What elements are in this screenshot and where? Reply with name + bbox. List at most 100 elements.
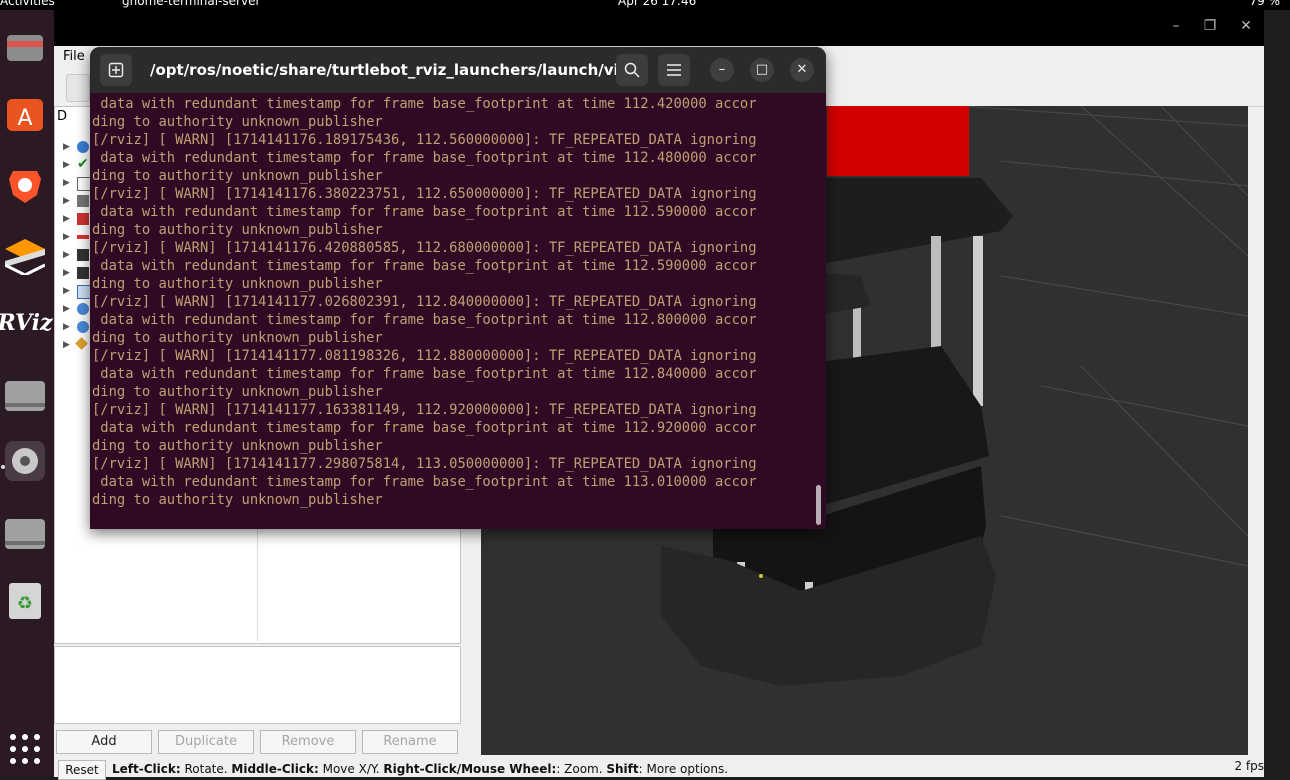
svg-text:A: A: [17, 106, 32, 131]
apps-grid-dock-item[interactable]: [0, 724, 50, 774]
new-tab-button[interactable]: [100, 54, 132, 86]
property-description-panel: [54, 646, 461, 724]
focused-app-name[interactable]: gnome-terminal-server: [122, 0, 260, 8]
hint-text: Move X/Y.: [318, 762, 384, 776]
expand-arrow-icon[interactable]: ▶: [63, 304, 70, 314]
hint-middle-click: Middle-Click:: [231, 762, 319, 776]
rename-button[interactable]: Rename: [362, 730, 458, 754]
expand-arrow-icon[interactable]: ▶: [63, 178, 70, 188]
drive-dock-item[interactable]: [0, 368, 50, 418]
image-icon: [77, 285, 91, 299]
drive2-dock-item[interactable]: [0, 506, 50, 556]
terminal-title: /opt/ros/noetic/share/turtlebot_rviz_lau…: [150, 61, 630, 79]
costmap-icon: [77, 321, 89, 333]
sublime-dock-item[interactable]: [0, 230, 50, 280]
terminal-line: ding to authority unknown_publisher: [92, 438, 383, 454]
terminal-scrollbar[interactable]: [816, 485, 821, 525]
terminal-line: ding to authority unknown_publisher: [92, 222, 383, 238]
marker-icon: [75, 337, 88, 350]
duplicate-button[interactable]: Duplicate: [158, 730, 254, 754]
brave-dock-item[interactable]: [0, 160, 50, 210]
gnome-top-bar: Activities gnome-terminal-server Apr 26 …: [0, 0, 1290, 10]
search-icon: [624, 62, 640, 78]
expand-arrow-icon[interactable]: ▶: [63, 322, 70, 332]
files-dock-item[interactable]: [0, 22, 50, 72]
terminal-line: data with redundant timestamp for frame …: [92, 474, 757, 490]
terminal-line: data with redundant timestamp for frame …: [92, 420, 757, 436]
terminal-line: ding to authority unknown_publisher: [92, 384, 383, 400]
terminal-line: [/rviz] [ WARN] [1714141176.420880585, 1…: [92, 240, 757, 256]
menu-file[interactable]: File: [63, 49, 85, 64]
displays-header: D: [57, 109, 68, 124]
activities-button[interactable]: Activities: [0, 0, 55, 8]
trash-dock-item[interactable]: ♻: [0, 574, 50, 624]
add-button[interactable]: Add: [56, 730, 152, 754]
remove-button[interactable]: Remove: [260, 730, 356, 754]
terminal-line: [/rviz] [ WARN] [1714141177.081198326, 1…: [92, 348, 757, 364]
interact-tool-button[interactable]: [66, 74, 90, 102]
search-button[interactable]: [616, 54, 648, 86]
terminal-window[interactable]: /opt/ros/noetic/share/turtlebot_rviz_lau…: [90, 47, 826, 529]
close-icon[interactable]: ✕: [1236, 18, 1256, 34]
tf-icon: [77, 213, 89, 225]
expand-arrow-icon[interactable]: ▶: [63, 286, 70, 296]
terminal-header[interactable]: /opt/ros/noetic/share/turtlebot_rviz_lau…: [90, 47, 826, 93]
red-sensor-panel: [827, 106, 969, 176]
battery-indicator[interactable]: 79 %: [1250, 0, 1281, 8]
expand-arrow-icon[interactable]: ▶: [63, 232, 70, 242]
drive-icon: [5, 381, 45, 411]
terminal-line: [/rviz] [ WARN] [1714141177.026802391, 1…: [92, 294, 757, 310]
settings-icon: [12, 448, 38, 474]
maximize-button[interactable]: □: [750, 58, 774, 82]
files-icon: [7, 35, 43, 61]
check-icon: ✔: [77, 156, 89, 172]
terminal-line: ding to authority unknown_publisher: [92, 492, 383, 508]
fps-counter: 2 fps: [1234, 759, 1264, 773]
hint-text: : More options.: [638, 762, 729, 776]
restore-icon[interactable]: ❐: [1200, 18, 1220, 34]
minimize-button[interactable]: –: [710, 58, 734, 82]
reset-button[interactable]: Reset: [58, 760, 106, 780]
minimize-icon[interactable]: –: [1166, 18, 1186, 34]
sublime-icon: [5, 239, 45, 275]
hint-text: Rotate.: [180, 762, 232, 776]
pointcloud-icon: [77, 267, 89, 279]
trash-icon: ♻: [9, 583, 41, 619]
settings-dock-item[interactable]: [0, 436, 50, 486]
expand-arrow-icon[interactable]: ▶: [63, 160, 70, 170]
ground-grid: [960, 106, 1248, 567]
terminal-line: [/rviz] [ WARN] [1714141176.380223751, 1…: [92, 186, 757, 202]
terminal-line: [/rviz] [ WARN] [1714141177.163381149, 1…: [92, 402, 757, 418]
terminal-line: [/rviz] [ WARN] [1714141177.298075814, 1…: [92, 456, 757, 472]
robot-model-icon: [77, 195, 89, 207]
expand-arrow-icon[interactable]: ▶: [63, 214, 70, 224]
close-icon: ✕: [796, 62, 808, 77]
terminal-line: data with redundant timestamp for frame …: [92, 204, 757, 220]
drive2-icon: [5, 519, 45, 549]
terminal-output[interactable]: data with redundant timestamp for frame …: [92, 95, 816, 525]
clock[interactable]: Apr 26 17:46: [618, 0, 696, 8]
expand-arrow-icon[interactable]: ▶: [63, 250, 70, 260]
terminal-line: ding to authority unknown_publisher: [92, 276, 383, 292]
terminal-line: ding to authority unknown_publisher: [92, 114, 383, 130]
app-center-dock-item[interactable]: A: [0, 90, 50, 140]
terminal-line: data with redundant timestamp for frame …: [92, 258, 757, 274]
expand-arrow-icon[interactable]: ▶: [63, 268, 70, 278]
standoff: [973, 236, 983, 406]
expand-arrow-icon[interactable]: ▶: [63, 142, 70, 152]
led-indicator: [759, 574, 763, 578]
expand-arrow-icon[interactable]: ▶: [63, 196, 70, 206]
rviz-titlebar[interactable]: – ❐ ✕: [54, 10, 1264, 46]
close-button[interactable]: ✕: [790, 58, 814, 82]
hint-left-click: Left-Click:: [112, 762, 181, 776]
brave-icon: [9, 171, 41, 203]
rviz-icon: RViz: [0, 310, 53, 336]
hint-text: : Zoom.: [556, 762, 607, 776]
expand-arrow-icon[interactable]: ▶: [63, 340, 70, 350]
svg-text:♻: ♻: [17, 593, 33, 614]
terminal-line: data with redundant timestamp for frame …: [92, 150, 757, 166]
menu-button[interactable]: [658, 54, 690, 86]
rviz-dock-item[interactable]: RViz: [0, 298, 53, 348]
terminal-line: data with redundant timestamp for frame …: [92, 312, 757, 328]
hint-right-click: Right-Click/Mouse Wheel:: [383, 762, 557, 776]
